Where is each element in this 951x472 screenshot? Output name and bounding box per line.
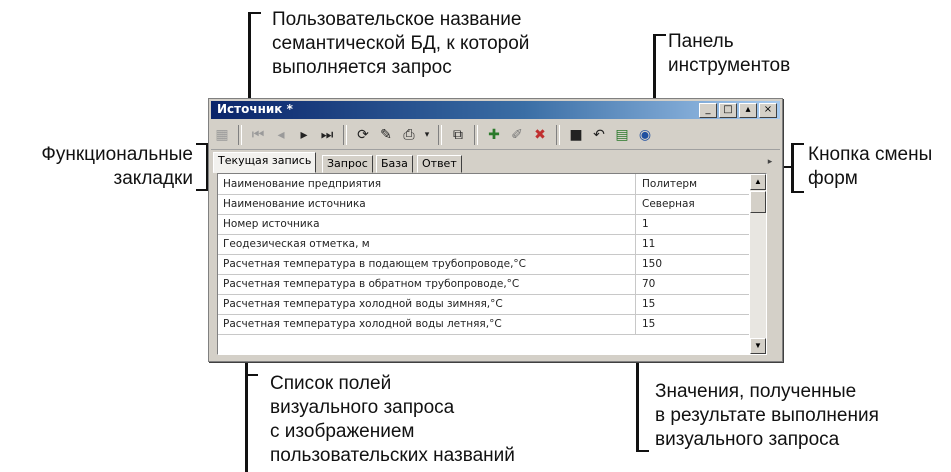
tab-answer[interactable]: Ответ [417, 155, 462, 173]
callout-form-switch-line2: форм [808, 168, 858, 189]
callout-db-name: Пользовательское название семантической … [272, 8, 529, 80]
print-icon[interactable]: ⎙ [398, 124, 420, 146]
callout-values: Значения, полученные в результате выполн… [655, 380, 879, 452]
maximize-icon[interactable]: □ [719, 103, 737, 118]
next-record-icon[interactable]: ▸ [293, 124, 315, 146]
tab-query[interactable]: Запрос [322, 155, 373, 173]
table-row[interactable]: Расчетная температура холодной воды зимн… [218, 294, 749, 315]
vertical-scrollbar[interactable]: ▲ ▼ [750, 174, 766, 354]
window-controls: _ □ ▴ × [699, 103, 777, 118]
grid-mode-icon[interactable]: ▦ [211, 124, 233, 146]
callout-values-line1: Значения, полученные [655, 381, 857, 402]
save-icon[interactable]: ■ [565, 124, 587, 146]
field-value[interactable]: 11 [635, 234, 752, 254]
callout-db-name-line1: Пользовательское название [272, 9, 522, 30]
tab-database[interactable]: База [376, 155, 413, 173]
callout-form-switch-line1: Кнопка смены [808, 144, 933, 165]
callout-field-list-line1: Список полей [270, 373, 392, 394]
prev-record-icon[interactable]: ◂ [270, 124, 292, 146]
export-excel-icon[interactable]: ▤ [611, 124, 633, 146]
export-web-icon[interactable]: ◉ [634, 124, 656, 146]
copy-icon[interactable]: ⧉ [447, 124, 469, 146]
toolbar-separator [238, 125, 242, 145]
field-name: Расчетная температура холодной воды зимн… [223, 298, 503, 310]
first-record-icon[interactable]: ⏮ [247, 124, 269, 146]
toolbar-separator [438, 125, 442, 145]
callout-db-name-line3: выполняется запрос [272, 57, 452, 78]
field-name: Геодезическая отметка, м [223, 238, 370, 250]
table-row[interactable]: Геодезическая отметка, м 11 [218, 234, 749, 255]
undo-icon[interactable]: ↶ [588, 124, 610, 146]
table-row[interactable]: Номер источника 1 [218, 214, 749, 235]
callout-field-list-line3: с изображением [270, 421, 415, 442]
bracket-toolbar [653, 34, 666, 76]
callout-field-list: Список полей визуального запроса с изобр… [270, 372, 515, 468]
edit-record-icon[interactable]: ✐ [506, 124, 528, 146]
field-value[interactable]: Политерм [635, 174, 752, 194]
field-name: Расчетная температура холодной воды летн… [223, 318, 502, 330]
leader-db-name [248, 76, 251, 100]
toolbar-separator [343, 125, 347, 145]
field-value[interactable]: 15 [635, 294, 752, 314]
add-record-icon[interactable]: ✚ [483, 124, 505, 146]
callout-toolbar-line2: инструментов [668, 55, 791, 76]
callout-db-name-line2: семантической БД, к которой [272, 33, 530, 54]
field-name: Номер источника [223, 218, 320, 230]
bracket-db-name [248, 12, 261, 80]
source-window: Источник * _ □ ▴ × ▦ ⏮ ◂ ▸ ⏭ ⟳ ✎ ⎙ ▾ ⧉ ✚… [208, 98, 783, 362]
callout-toolbar: Панель инструментов [668, 30, 790, 78]
title-bar[interactable]: Источник * _ □ ▴ × [211, 101, 780, 119]
callout-values-line2: в результате выполнения [655, 405, 879, 426]
refresh-query-icon[interactable]: ⟳ [352, 124, 374, 146]
scroll-thumb[interactable] [750, 191, 766, 213]
table-row[interactable]: Расчетная температура в подающем трубопр… [218, 254, 749, 275]
callout-form-switch: Кнопка смены форм [808, 143, 932, 191]
field-value[interactable]: 1 [635, 214, 752, 234]
bracket-field-list [245, 374, 258, 472]
bracket-values [636, 384, 649, 452]
toolbar-separator [556, 125, 560, 145]
tab-current-record[interactable]: Текущая запись [213, 152, 317, 173]
delete-record-icon[interactable]: ✖ [529, 124, 551, 146]
table-row[interactable]: Расчетная температура холодной воды летн… [218, 314, 749, 335]
edit-query-icon[interactable]: ✎ [375, 124, 397, 146]
bracket-form-switch [791, 143, 804, 193]
field-name: Расчетная температура в обратном трубопр… [223, 278, 520, 290]
leader-values [636, 358, 639, 386]
scroll-down-icon[interactable]: ▼ [750, 338, 766, 354]
table-row[interactable]: Наименование источника Северная [218, 194, 749, 215]
scroll-up-icon[interactable]: ▲ [750, 174, 766, 190]
field-value[interactable]: 15 [635, 314, 752, 334]
callout-functional-tabs: Функциональные закладки [8, 143, 193, 191]
last-record-icon[interactable]: ⏭ [316, 124, 338, 146]
callout-tabs-line1: Функциональные [41, 144, 193, 165]
functional-tabs: Текущая запись Запрос База Ответ ▸ [213, 152, 778, 173]
close-icon[interactable]: × [759, 103, 777, 118]
callout-toolbar-line1: Панель [668, 31, 734, 52]
field-value[interactable]: 150 [635, 254, 752, 274]
field-value[interactable]: 70 [635, 274, 752, 294]
chevron-down-icon[interactable]: ▾ [421, 124, 433, 146]
field-name: Наименование предприятия [223, 178, 382, 190]
minimize-icon[interactable]: _ [699, 103, 717, 118]
table-row[interactable]: Расчетная температура в обратном трубопр… [218, 274, 749, 295]
record-grid: Наименование предприятия Политерм Наимен… [217, 173, 767, 355]
toolbar-separator [474, 125, 478, 145]
callout-field-list-line2: визуального запроса [270, 397, 455, 418]
callout-tabs-line2: закладки [113, 168, 193, 189]
toolbar: ▦ ⏮ ◂ ▸ ⏭ ⟳ ✎ ⎙ ▾ ⧉ ✚ ✐ ✖ ■ ↶ ▤ ◉ [211, 121, 780, 150]
field-value[interactable]: Северная [635, 194, 752, 214]
field-name: Наименование источника [223, 198, 366, 210]
table-row[interactable]: Наименование предприятия Политерм [218, 174, 749, 195]
window-title: Источник * [217, 102, 293, 116]
callout-values-line3: визуального запроса [655, 429, 840, 450]
pin-icon[interactable]: ▴ [739, 103, 757, 118]
form-switch-button[interactable]: ▸ [764, 155, 776, 169]
callout-field-list-line4: пользовательских названий [270, 445, 515, 466]
field-name: Расчетная температура в подающем трубопр… [223, 258, 527, 270]
